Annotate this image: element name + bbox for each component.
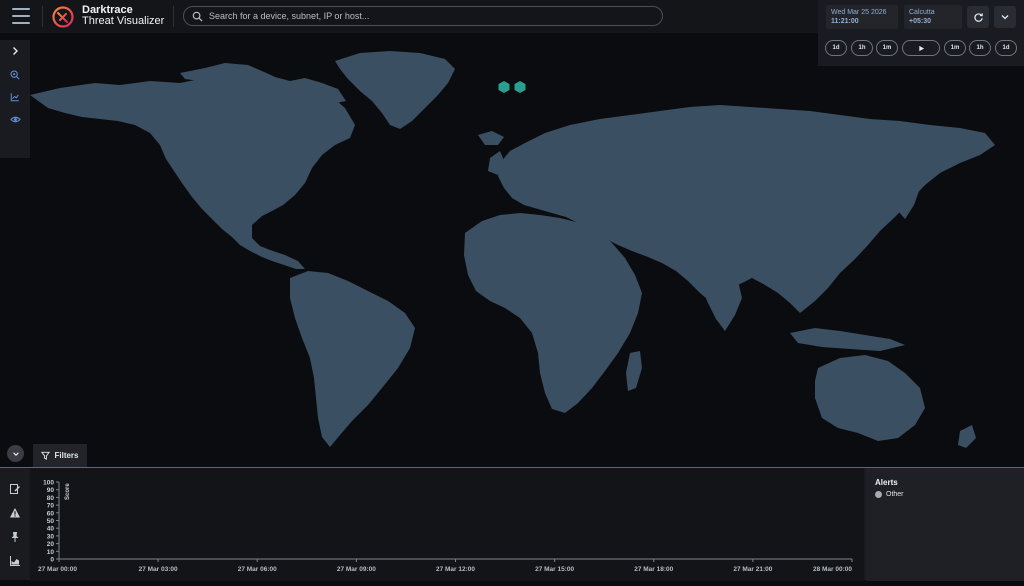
- x-tick-label: 27 Mar 12:00: [436, 566, 475, 573]
- y-tick-label: 60: [47, 510, 55, 517]
- australia: [815, 355, 925, 441]
- date-text: Wed Mar 25 2026: [831, 9, 887, 16]
- pin-icon: [11, 532, 19, 542]
- filters-tab[interactable]: Filters: [33, 444, 87, 467]
- menu-icon[interactable]: [12, 8, 30, 24]
- x-tick-label: 27 Mar 06:00: [238, 566, 277, 573]
- alerts-title: Alerts: [875, 478, 898, 487]
- chart-view-button[interactable]: [0, 86, 30, 108]
- chevron-down-icon: [1001, 15, 1009, 20]
- notes-button[interactable]: [8, 482, 22, 496]
- score-chart[interactable]: 100 90 80 70 60 50 40 30 20 10 0 Score 27 Mar 00:00 2…: [30, 468, 864, 581]
- search-icon: [192, 11, 203, 22]
- y-tick-label: 90: [47, 487, 55, 494]
- bottom-panel: 100 90 80 70 60 50 40 30 20 10 0 Score 27 Mar 00:00 2…: [0, 467, 1024, 581]
- expand-time-button[interactable]: [994, 6, 1016, 28]
- x-tick-label: 28 Mar 00:00: [813, 566, 852, 573]
- x-tick-label: 27 Mar 15:00: [535, 566, 574, 573]
- indonesia: [790, 328, 905, 351]
- visibility-button[interactable]: [0, 108, 30, 130]
- left-tool-panel: [0, 40, 30, 158]
- y-tick-label: 50: [47, 518, 55, 525]
- chevron-down-icon: [12, 451, 19, 456]
- y-axis-title: Score: [65, 483, 71, 500]
- zoom-search-button[interactable]: [0, 64, 30, 86]
- timezone-text: Calcutta: [909, 9, 935, 16]
- timezone-display[interactable]: Calcutta +05:30: [904, 5, 962, 29]
- graph-button[interactable]: [8, 554, 22, 568]
- x-tick-label: 27 Mar 21:00: [733, 566, 772, 573]
- y-tick-label: 10: [47, 549, 55, 556]
- y-tick-label: 70: [47, 503, 55, 510]
- legend-item-other[interactable]: Other: [875, 491, 904, 498]
- expand-panel-button[interactable]: [0, 40, 30, 62]
- brand-title: Darktrace Threat Visualizer: [82, 5, 164, 27]
- collapse-bottom-button[interactable]: [7, 445, 24, 462]
- iceland: [478, 131, 504, 145]
- madagascar: [626, 351, 642, 391]
- world-map[interactable]: [0, 33, 1024, 467]
- refresh-button[interactable]: [967, 6, 989, 28]
- hex-marker: [514, 81, 526, 93]
- x-tick-label: 27 Mar 03:00: [139, 566, 178, 573]
- y-tick-label: 40: [47, 526, 55, 533]
- x-tick-label: 27 Mar 00:00: [38, 566, 77, 573]
- pin-button[interactable]: [8, 530, 22, 544]
- brand-line2: Threat Visualizer: [82, 15, 165, 27]
- filters-label: Filters: [54, 451, 79, 460]
- south-america: [290, 271, 415, 447]
- new-zealand: [958, 425, 976, 448]
- chart-icon: [10, 93, 19, 102]
- edit-document-icon: [10, 484, 20, 494]
- time-text: 11:21:00: [831, 18, 859, 25]
- search-bar[interactable]: [183, 6, 663, 26]
- x-tick-label: 27 Mar 09:00: [337, 566, 376, 573]
- search-input[interactable]: [209, 11, 649, 21]
- y-tick-label: 100: [43, 480, 54, 487]
- divider: [173, 6, 174, 27]
- area-chart-icon: [10, 556, 20, 566]
- y-tick-label: 80: [47, 495, 55, 502]
- y-tick-label: 30: [47, 533, 55, 540]
- bottom-sidebar: [0, 468, 30, 581]
- chevron-right-icon: [13, 47, 18, 55]
- device-markers: [498, 81, 526, 93]
- x-tick-label: 27 Mar 18:00: [634, 566, 673, 573]
- alerts-button[interactable]: [8, 506, 22, 520]
- hex-marker: [498, 81, 510, 93]
- zoom-icon: [10, 70, 20, 80]
- india: [700, 273, 742, 331]
- greenland: [335, 51, 455, 129]
- legend-label: Other: [886, 491, 904, 498]
- refresh-icon: [973, 12, 983, 22]
- date-time-display[interactable]: Wed Mar 25 2026 11:21:00: [826, 5, 898, 29]
- divider: [42, 6, 43, 27]
- legend-dot: [875, 491, 882, 498]
- score-chart-svg: 1009080706050403020100Score27 Mar 00:00 2…: [38, 480, 853, 573]
- y-tick-label: 0: [50, 557, 54, 564]
- north-america: [30, 78, 355, 269]
- y-tick-label: 20: [47, 541, 55, 548]
- alerts-legend-panel: Alerts Other: [866, 468, 1024, 581]
- warning-icon: [10, 508, 20, 518]
- filter-icon: [41, 451, 51, 460]
- eye-icon: [9, 116, 21, 122]
- darktrace-logo: [52, 6, 74, 28]
- offset-text: +05:30: [909, 18, 931, 25]
